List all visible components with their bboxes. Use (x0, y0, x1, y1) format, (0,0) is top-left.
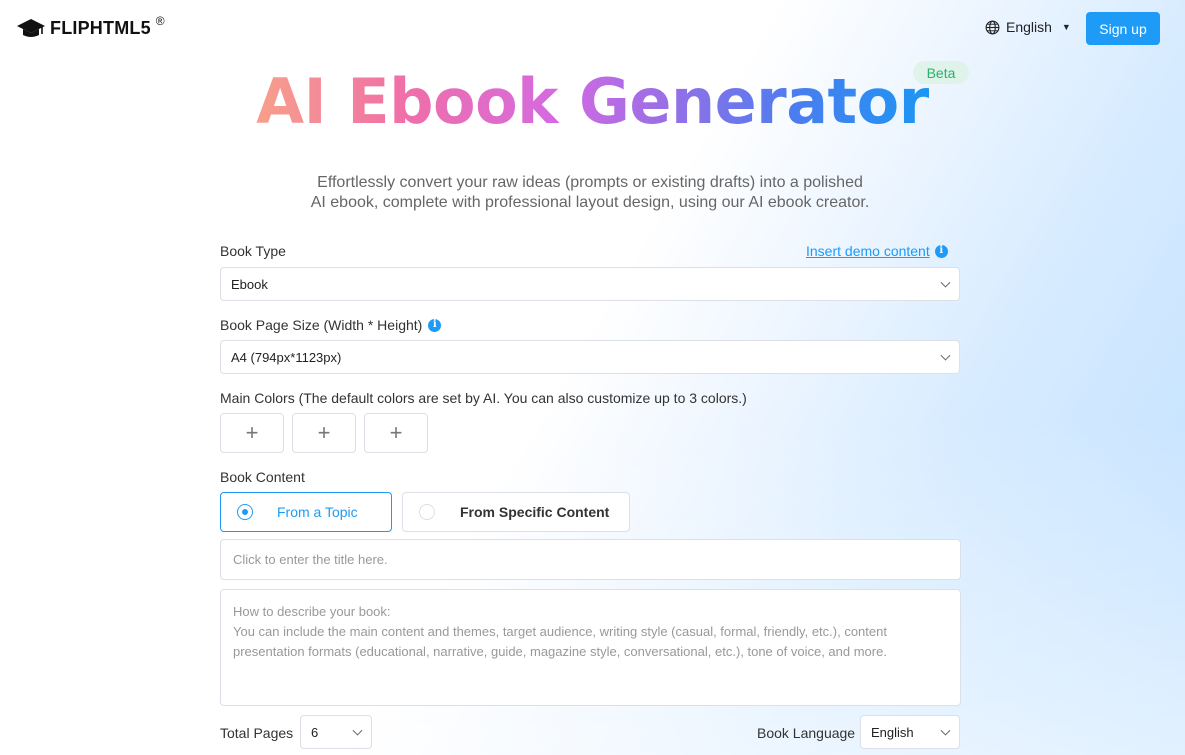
total-pages-label: Total Pages (220, 725, 294, 741)
subtitle-line-2: AI ebook, complete with professional lay… (310, 194, 870, 211)
chevron-down-icon (940, 350, 951, 361)
beta-badge: Beta (913, 61, 969, 84)
logo-text: FLIPHTML5 (50, 17, 151, 38)
page-title-text: AI Ebook Generator (256, 65, 929, 138)
add-color-button-3[interactable]: + (364, 413, 428, 453)
radio-unselected-icon[interactable] (419, 504, 435, 520)
book-language-value: English (871, 724, 914, 740)
add-color-button-2[interactable]: + (292, 413, 356, 453)
book-title-input[interactable] (220, 539, 961, 580)
page-title: AI Ebook Generator (0, 62, 1185, 142)
book-description-textarea[interactable]: How to describe your book: You can inclu… (220, 589, 961, 706)
page: FLIPHTML5 ® English ▼ Sign up AI Ebook G… (0, 0, 1185, 755)
globe-icon (985, 20, 1000, 34)
subtitle-line-1: Effortlessly convert your raw ideas (pro… (317, 174, 863, 191)
description-placeholder-line-3: presentation formats (educational, narra… (233, 644, 887, 659)
logo-registered-mark: ® (155, 14, 165, 28)
page-size-value: A4 (794px*1123px) (231, 349, 342, 365)
description-placeholder-line-1: How to describe your book: (233, 604, 391, 619)
description-placeholder-line-2: You can include the main content and the… (233, 624, 887, 639)
chevron-down-icon (940, 277, 951, 288)
book-type-select[interactable]: Ebook (220, 267, 960, 301)
page-size-label: Book Page Size (Width * Height) (220, 317, 423, 333)
from-specific-content-label: From Specific Content (460, 504, 610, 520)
insert-demo-content-link[interactable]: Insert demo content i (806, 243, 948, 259)
book-content-label: Book Content (220, 469, 305, 485)
main-colors-label: Main Colors (The default colors are set … (220, 390, 747, 406)
caret-down-icon: ▼ (1061, 22, 1071, 32)
signup-button[interactable]: Sign up (1086, 12, 1160, 45)
plus-icon: + (317, 420, 331, 445)
info-icon[interactable]: i (428, 318, 442, 332)
book-language-select[interactable]: English (860, 715, 960, 749)
language-label: English (1006, 19, 1052, 35)
page-size-select[interactable]: A4 (794px*1123px) (220, 340, 960, 374)
from-topic-option[interactable]: From a Topic (220, 492, 392, 532)
plus-icon: + (389, 420, 403, 445)
logo-cap-icon (17, 19, 45, 37)
total-pages-select[interactable]: 6 (300, 715, 372, 749)
from-specific-content-option[interactable]: From Specific Content (402, 492, 630, 532)
total-pages-value: 6 (311, 724, 319, 740)
from-topic-label: From a Topic (277, 504, 358, 520)
chevron-down-icon (352, 725, 363, 736)
book-type-label: Book Type (220, 243, 286, 259)
add-color-button-1[interactable]: + (220, 413, 284, 453)
book-type-value: Ebook (231, 276, 268, 292)
language-switcher[interactable]: English ▼ (985, 19, 1071, 35)
plus-icon: + (245, 420, 259, 445)
chevron-down-icon (940, 725, 951, 736)
info-icon[interactable]: i (934, 244, 948, 258)
radio-selected-icon[interactable] (237, 504, 253, 520)
page-size-label-row: Book Page Size (Width * Height) i (220, 317, 442, 333)
logo[interactable]: FLIPHTML5 ® (16, 14, 165, 39)
book-language-label: Book Language (757, 725, 856, 741)
insert-demo-content-text[interactable]: Insert demo content (806, 243, 930, 259)
page-subtitle: Effortlessly convert your raw ideas (pro… (0, 173, 1180, 213)
